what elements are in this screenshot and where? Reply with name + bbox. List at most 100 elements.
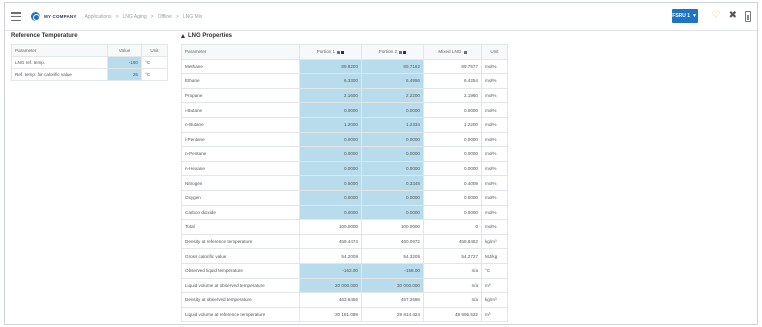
mixed-lng-value: 0.0000 (423, 146, 482, 162)
column-header-parameter: Parameter (11, 44, 108, 57)
portion-2-input[interactable]: 30 000.000 (361, 277, 424, 294)
portion-1-input[interactable]: 89.8200 (299, 58, 362, 75)
portion-2-value: 457.2686 (361, 292, 424, 308)
table-row: LNG ref. temp. -160 °C (11, 56, 168, 69)
mixed-lng-value: n/a (423, 292, 482, 308)
table-row: Liquid volume at reference temperature 20… (181, 306, 508, 323)
parameter-cell: Observed liquid temperature (181, 262, 300, 279)
portion-1-value: 20 181.098 (299, 306, 362, 323)
reference-temperature-table: Parameter Value Unit LNG ref. temp. -160… (11, 44, 168, 81)
unit-cell: m³ (481, 277, 508, 294)
mixed-lng-value: 49 995.522 (423, 306, 482, 323)
copy-icon[interactable] (463, 50, 467, 54)
unit-cell: kg/m³ (481, 292, 508, 308)
mixed-lng-value: 0.0000 (423, 204, 482, 221)
copy-icon[interactable] (337, 50, 341, 54)
unit-cell: mol% (481, 160, 508, 177)
mixed-lng-value: n/a (423, 262, 482, 279)
mixed-lng-value: 1.2200 (423, 116, 482, 133)
portion-2-input[interactable]: 0.0000 (361, 131, 424, 148)
parameter-cell: Gross calorific value (181, 248, 300, 264)
unit-cell: mol% (481, 73, 508, 89)
portion-2-input[interactable]: 0.0000 (361, 160, 424, 177)
portion-1-input[interactable]: 0.0000 (299, 131, 362, 148)
portion-2-input[interactable]: 6.4956 (361, 73, 424, 89)
parameter-cell: Ethane (181, 73, 300, 89)
portion-1-input[interactable]: 0.0000 (299, 189, 362, 206)
calorific-ref-temp-input[interactable]: 25 (107, 68, 142, 81)
fuel-gauge-icon[interactable] (745, 10, 751, 22)
portion-1-input[interactable]: 1.2000 (299, 116, 362, 133)
parameter-cell: LNG ref. temp. (11, 56, 108, 69)
portion-1-value: 54.2008 (299, 248, 362, 264)
parameter-cell: Methane (181, 58, 300, 75)
table-row: Density at observed temperature 463.6456 4… (181, 292, 508, 308)
portion-1-input[interactable]: 0.0000 (299, 102, 362, 118)
unit-cell: °C (141, 68, 168, 81)
portion-2-input[interactable]: 0.0000 (361, 204, 424, 221)
portion-1-input[interactable]: 0.0000 (299, 146, 362, 162)
unit-cell: mol% (481, 58, 508, 75)
unit-cell: °C (481, 262, 508, 279)
breadcrumb-lng-aging[interactable]: LNG Aging (122, 14, 146, 20)
tools-icon[interactable]: ✖ (729, 11, 737, 21)
table-row: n-Hexane 0.0000 0.0000 0.0000 mol% (181, 160, 508, 177)
company-name: MY COMPANY (44, 14, 77, 19)
bell-icon[interactable]: ♡ (712, 11, 721, 21)
portion-2-input[interactable]: 0.0000 (361, 189, 424, 206)
lng-ref-temp-input[interactable]: -160 (107, 56, 142, 69)
mixed-lng-value: 0.0000 (423, 102, 482, 118)
breadcrumb-applications[interactable]: Applications (85, 14, 112, 20)
portion-2-input[interactable]: -158.00 (361, 262, 424, 279)
unit-cell: m³ (481, 306, 508, 323)
portion-1-input[interactable]: 0.0000 (299, 160, 362, 177)
table-row: n-Butane 1.2000 1.2334 1.2200 mol% (181, 116, 508, 133)
portion-2-input[interactable]: 89.7162 (361, 58, 424, 75)
mixed-lng-label: Mixed LNG (438, 49, 462, 55)
copy-icon[interactable] (399, 50, 403, 54)
portion-2-input[interactable]: 0.0000 (361, 102, 424, 118)
portion-1-input[interactable]: 2.1600 (299, 87, 362, 104)
chevron-down-icon: ▼ (692, 13, 697, 19)
parameter-cell: i-Pentane (181, 131, 300, 148)
portion-1-input[interactable]: -163.00 (299, 262, 362, 279)
lng-properties-title: LNG Properties (188, 33, 233, 39)
parameter-cell: Liquid volume at reference temperature (181, 306, 300, 323)
parameter-cell: Ref. temp. for calorific value (11, 68, 108, 81)
unit-cell: °C (141, 56, 168, 69)
parameter-cell: Oxygen (181, 189, 300, 206)
table-header-row: Parameter Portion 1 Portion 2 Mixed LNG … (181, 44, 508, 60)
portion-1-input[interactable]: 20 000.000 (299, 277, 362, 294)
parameter-cell: Carbon dioxide (181, 204, 300, 221)
mixed-lng-value: 54.2727 (423, 248, 482, 264)
file-icon[interactable] (341, 50, 345, 54)
portion-2-input[interactable]: 0.3348 (361, 175, 424, 191)
file-icon[interactable] (403, 50, 407, 54)
table-row: n-Pentane 0.0000 0.0000 0.0000 mol% (181, 146, 508, 162)
company-logo[interactable]: MY COMPANY (31, 12, 77, 21)
menu-icon[interactable] (11, 12, 21, 21)
breadcrumb-offline[interactable]: Offline (158, 14, 172, 20)
unit-cell: mol% (481, 219, 508, 235)
unit-cell: mol% (481, 131, 508, 148)
mixed-lng-value: 0.4009 (423, 175, 482, 191)
fsru-selector-button[interactable]: FSRU 1 ▼ (671, 9, 698, 23)
portion-1-input[interactable]: 0.0000 (299, 204, 362, 221)
portion-1-input[interactable]: 6.3300 (299, 73, 362, 89)
mixed-lng-value: 459.8462 (423, 233, 482, 250)
unit-cell: MJ/kg (481, 248, 508, 264)
breadcrumb-lng-mix: LNG Mix (182, 13, 203, 20)
portion-2-input[interactable]: 2.2200 (361, 87, 424, 104)
portion-1-input[interactable]: 0.5000 (299, 175, 362, 191)
table-row: Oxygen 0.0000 0.0000 0.0000 mol% (181, 189, 508, 206)
lng-properties-header[interactable]: LNG Properties (181, 33, 511, 39)
parameter-cell: i-Butane (181, 102, 300, 118)
breadcrumb-separator: > (115, 13, 119, 20)
unit-cell: mol% (481, 87, 508, 104)
portion-2-label: Portion 2 (378, 49, 398, 55)
portion-2-input[interactable]: 1.2334 (361, 116, 424, 133)
table-row: Density at reference temperature 459.4474… (181, 233, 508, 250)
parameter-cell: Liquid volume at observed temperature (181, 277, 300, 294)
parameter-cell: n-Butane (181, 116, 300, 133)
portion-2-input[interactable]: 0.0000 (361, 146, 424, 162)
